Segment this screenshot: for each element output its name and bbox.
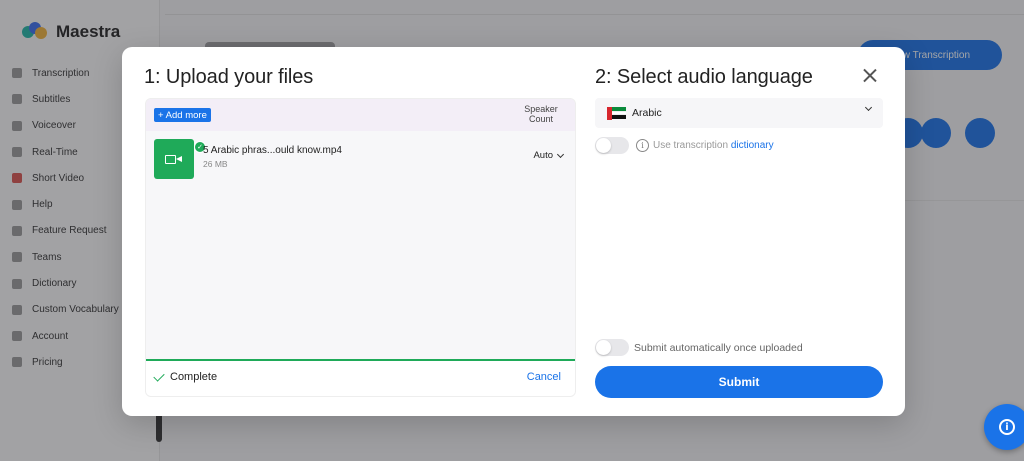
auto-submit-toggle[interactable]: [595, 339, 629, 356]
auto-submit-label: Submit automatically once uploaded: [634, 342, 803, 354]
info-icon[interactable]: i: [636, 139, 649, 152]
speaker-count-select[interactable]: Auto: [533, 150, 565, 161]
speaker-count-header: Speaker Count: [524, 104, 558, 124]
upload-modal: 1: Upload your files 2: Select audio lan…: [122, 47, 905, 416]
cancel-button[interactable]: Cancel: [527, 371, 561, 383]
upload-panel-header: + Add more Speaker Count: [146, 99, 575, 131]
upload-status: Complete: [153, 369, 218, 383]
uae-flag-icon: [607, 106, 626, 120]
help-button[interactable]: i: [984, 404, 1024, 450]
language-value: Arabic: [632, 107, 662, 119]
dictionary-label: Use transcription dictionary: [653, 140, 774, 151]
language-select[interactable]: Arabic: [595, 98, 883, 128]
checkmark-icon: [153, 369, 165, 382]
file-name: 5 Arabic phras...ould know.mp4: [203, 145, 342, 156]
upload-panel: + Add more Speaker Count ✓ 5 Arabic phra…: [145, 98, 576, 397]
upload-title: 1: Upload your files: [144, 66, 314, 88]
file-row: ✓ 5 Arabic phras...ould know.mp4 26 MB A…: [146, 131, 575, 183]
add-more-button[interactable]: + Add more: [154, 108, 211, 122]
file-size: 26 MB: [203, 159, 228, 169]
video-icon: [165, 153, 183, 166]
language-title: 2: Select audio language: [595, 66, 813, 88]
upload-status-label: Complete: [170, 371, 218, 383]
close-icon[interactable]: [860, 66, 880, 86]
dictionary-link[interactable]: dictionary: [731, 140, 774, 151]
info-icon: i: [999, 419, 1015, 435]
file-thumbnail: ✓: [154, 139, 206, 179]
upload-panel-footer: Complete Cancel: [146, 361, 575, 396]
chevron-down-icon: [556, 150, 565, 158]
dictionary-toggle[interactable]: [595, 137, 629, 154]
submit-button[interactable]: Submit: [595, 366, 883, 398]
speaker-count-value: Auto: [533, 150, 553, 161]
chevron-down-icon: [864, 103, 873, 112]
